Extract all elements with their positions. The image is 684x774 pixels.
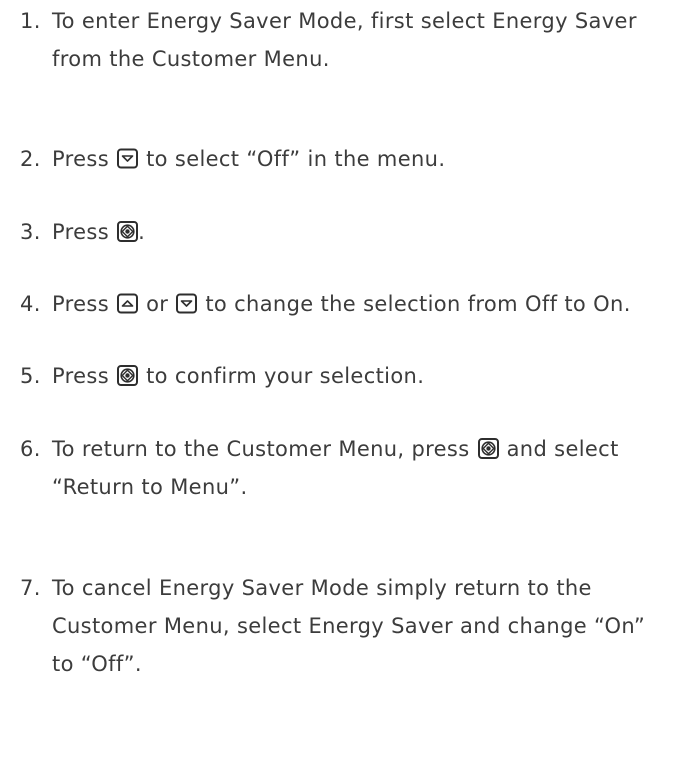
step-1: 1. To enter Energy Saver Mode, first sele… (20, 2, 676, 78)
step-text-continued: “Return to Menu”. (52, 475, 248, 499)
step-text: Press (52, 292, 110, 316)
step-text: to confirm your selection. (146, 364, 425, 388)
step-text: Press (52, 364, 110, 388)
step-number: 7. (20, 576, 41, 600)
step-text: Press (52, 147, 110, 171)
select-button-icon (477, 438, 499, 459)
step-3: 3. Press . (20, 213, 676, 251)
step-number: 6. (20, 437, 41, 461)
step-text: to select “Off” in the menu. (146, 147, 446, 171)
step-7: 7. To cancel Energy Saver Mode simply ret… (20, 569, 676, 683)
step-text: . (138, 220, 146, 244)
step-6: 6. To return to the Customer Menu, press … (20, 430, 676, 506)
step-5: 5. Press to confirm your selection. (20, 357, 676, 395)
step-text: or (146, 292, 169, 316)
step-number: 1. (20, 9, 41, 33)
select-button-icon (117, 365, 139, 386)
step-text: To cancel Energy Saver Mode simply retur… (52, 576, 592, 600)
step-number: 5. (20, 364, 41, 388)
step-text: To return to the Customer Menu, press (52, 437, 470, 461)
step-text: and select (506, 437, 619, 461)
step-text-continued: from the Customer Menu. (52, 47, 330, 71)
select-button-icon (117, 221, 139, 242)
step-number: 4. (20, 292, 41, 316)
down-arrow-button-icon (117, 148, 139, 169)
step-text: To enter Energy Saver Mode, first select… (52, 9, 637, 33)
step-number: 3. (20, 220, 41, 244)
step-4: 4. Press or to change the selection from … (20, 285, 676, 323)
step-text: Press (52, 220, 110, 244)
up-arrow-button-icon (117, 293, 139, 314)
step-2: 2. Press to select “Off” in the menu. (20, 140, 676, 178)
down-arrow-button-icon (176, 293, 198, 314)
step-number: 2. (20, 147, 41, 171)
step-text: to change the selection from Off to On. (205, 292, 631, 316)
step-text-continued: Customer Menu, select Energy Saver and c… (52, 614, 646, 638)
step-text-continued: to “Off”. (52, 652, 142, 676)
